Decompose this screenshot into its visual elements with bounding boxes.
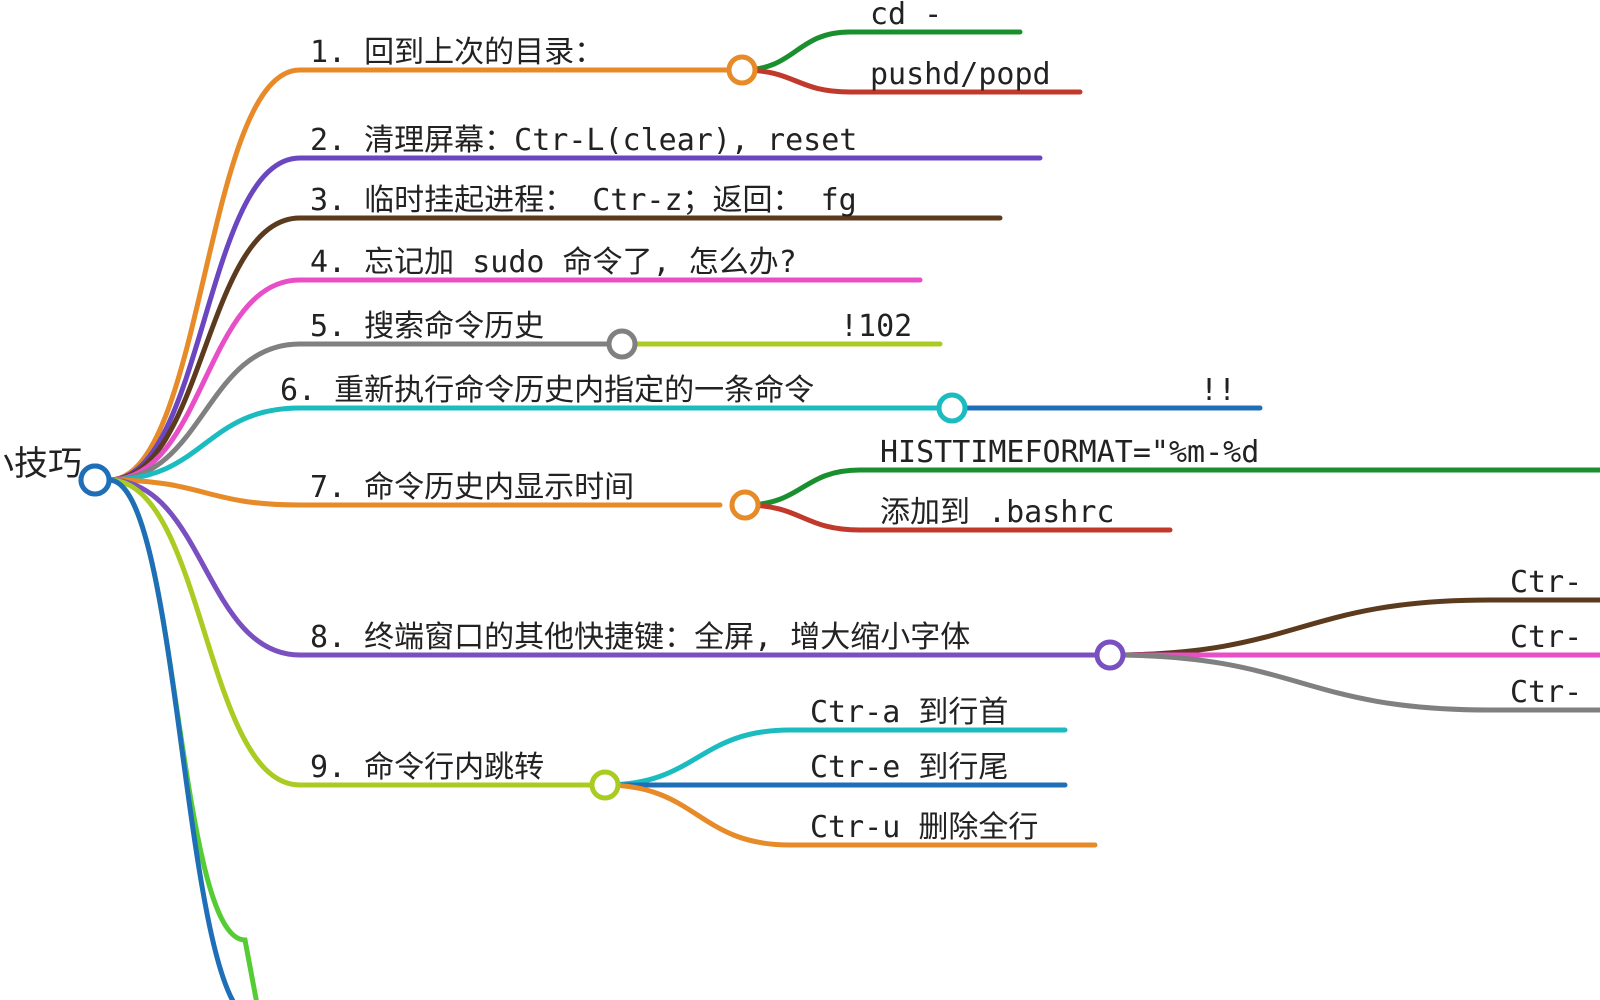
node-n4: 4. 忘记加 sudo 命令了, 怎么办? <box>310 245 797 280</box>
branch-extra-1 <box>109 480 260 1000</box>
node-n3: 3. 临时挂起进程： Ctr-z；返回： fg <box>310 183 857 218</box>
node-n7a: HISTTIMEFORMAT="%m-%d <box>880 435 1259 470</box>
node-n1a: cd - <box>870 0 942 32</box>
node-n8c: Ctr- <box>1510 675 1582 710</box>
node-n6a: !! <box>1200 373 1236 408</box>
node-n5a: !102 <box>840 309 912 344</box>
branch-extra-2 <box>109 480 255 1000</box>
node-n9b: Ctr-e 到行尾 <box>810 750 1008 785</box>
node-n8b: Ctr- <box>1510 620 1582 655</box>
join-n8 <box>1097 642 1123 668</box>
join-n7 <box>732 492 758 518</box>
node-n9: 9. 命令行内跳转 <box>310 750 544 785</box>
node-n5: 5. 搜索命令历史 <box>310 309 544 344</box>
node-n9c: Ctr-u 删除全行 <box>810 810 1038 845</box>
node-n6: 6. 重新执行命令历史内指定的一条命令 <box>280 373 814 408</box>
node-n8: 8. 终端窗口的其他快捷键：全屏, 增大缩小字体 <box>310 620 970 655</box>
root-label: 小技巧 <box>0 436 82 485</box>
node-n7: 7. 命令历史内显示时间 <box>310 470 634 505</box>
root-node-top <box>81 466 109 494</box>
node-n1: 1. 回到上次的目录： <box>310 35 604 70</box>
node-n1b: pushd/popd <box>870 57 1051 92</box>
join-n9 <box>592 772 618 798</box>
node-n8a: Ctr- <box>1510 565 1582 600</box>
branch-n7a <box>745 470 1600 505</box>
node-n2: 2. 清理屏幕：Ctr-L(clear), reset <box>310 123 857 158</box>
join-n5 <box>609 331 635 357</box>
node-n9a: Ctr-a 到行首 <box>810 695 1008 730</box>
join-n1 <box>729 57 755 83</box>
join-n6 <box>939 395 965 421</box>
node-n7b: 添加到 .bashrc <box>880 495 1115 530</box>
